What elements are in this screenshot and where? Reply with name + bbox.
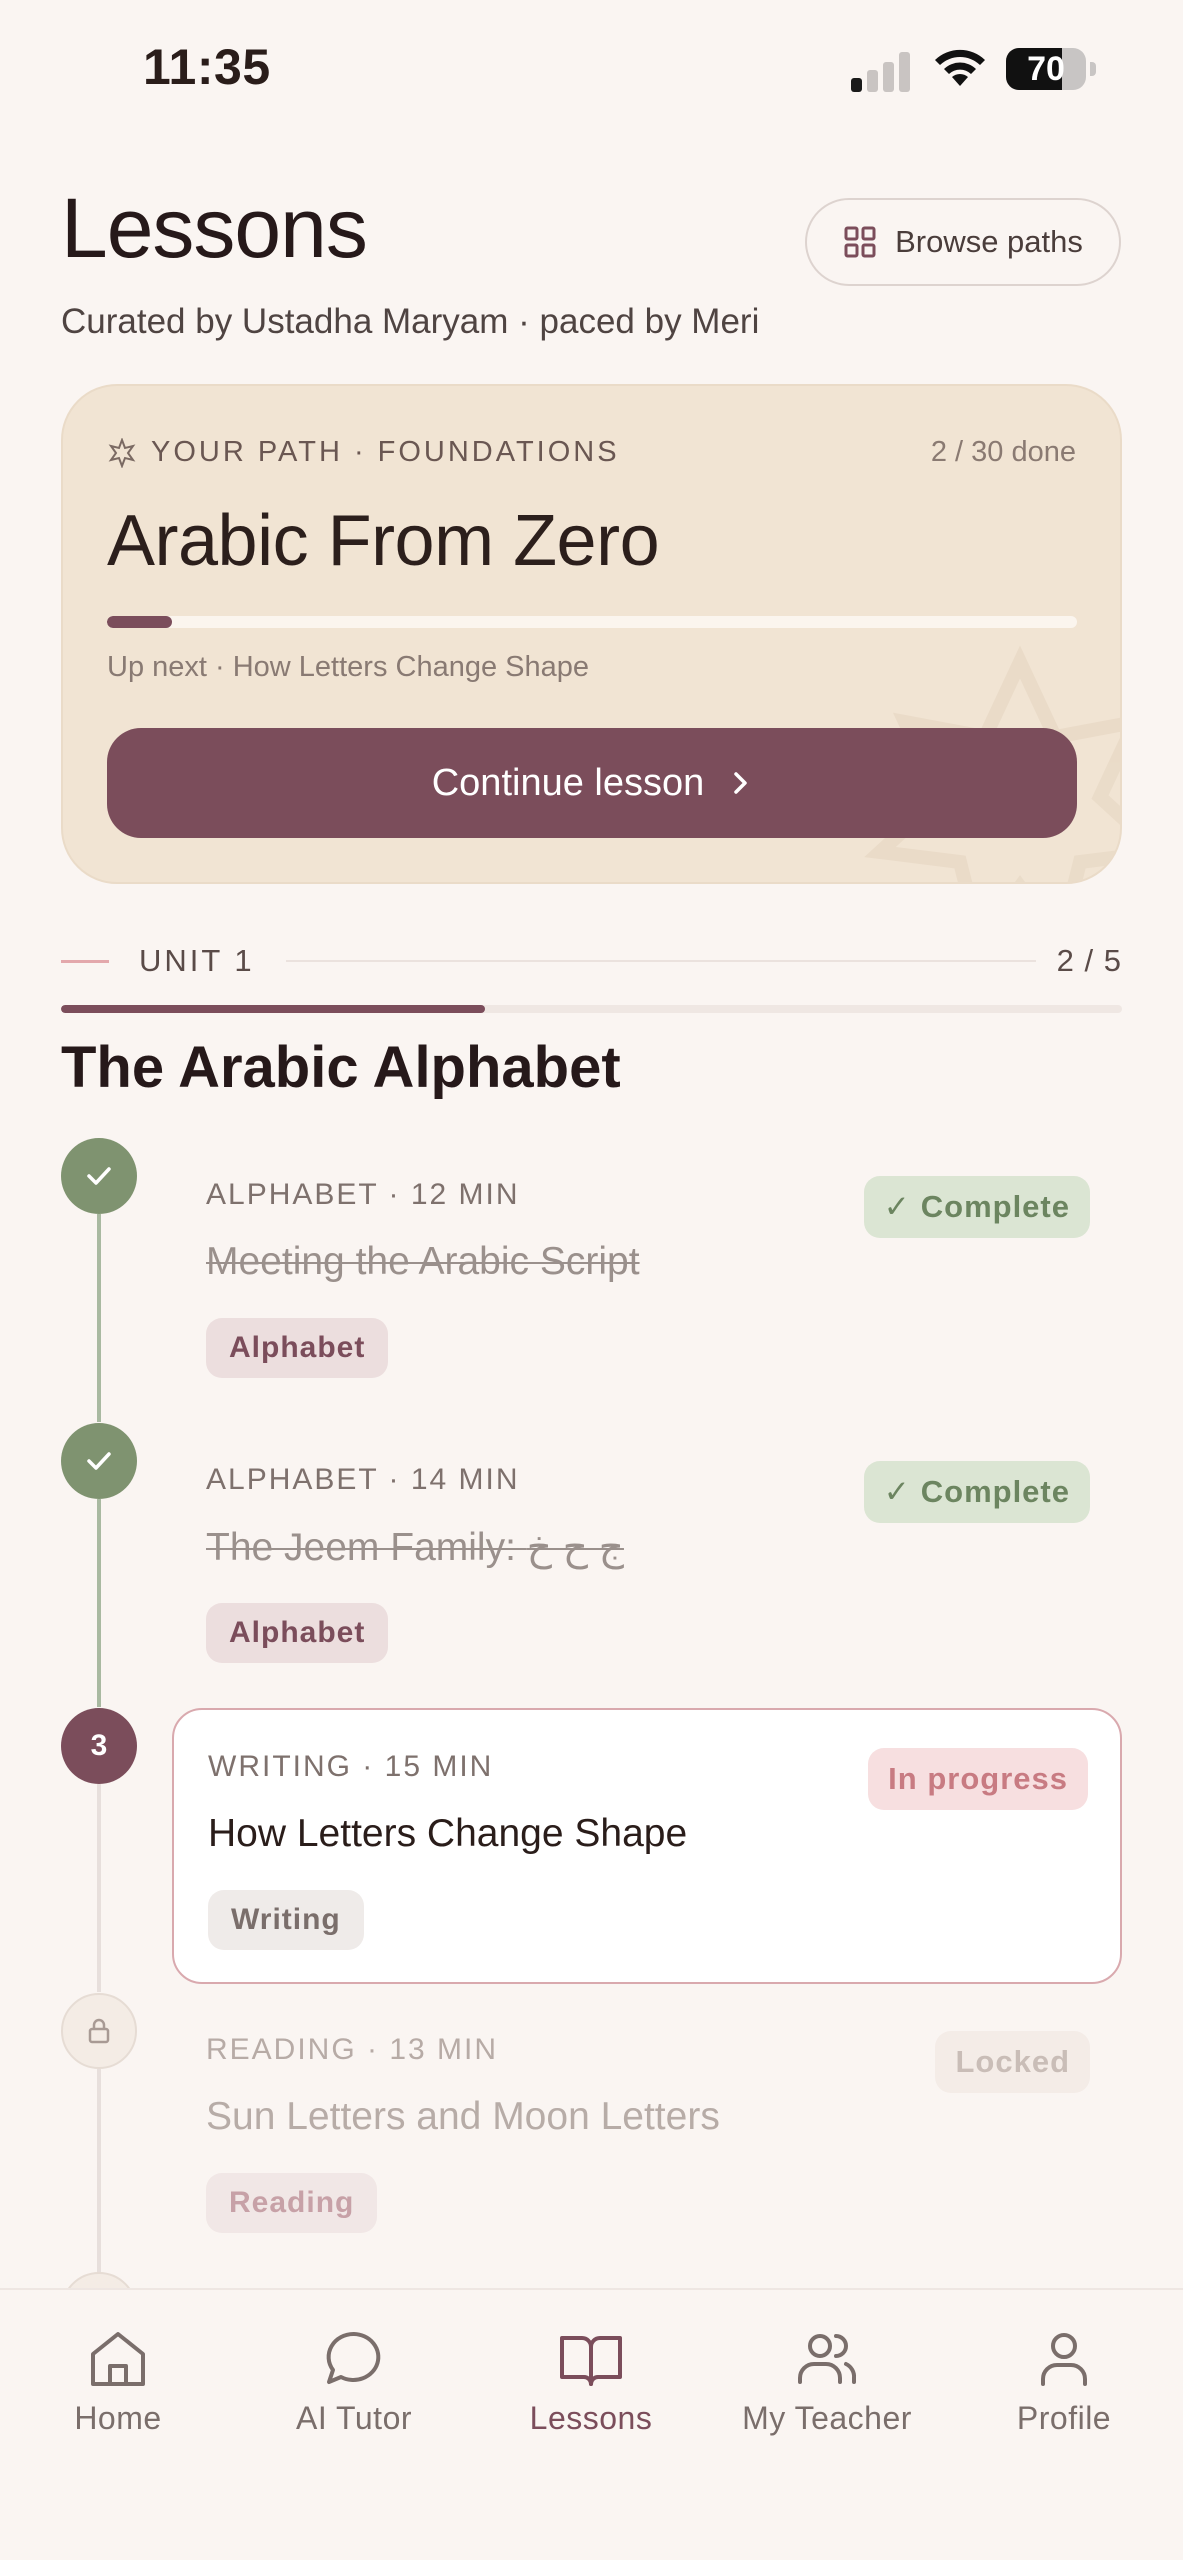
lesson-meta: ALPHABET · 14 MIN [206,1463,520,1496]
path-label: YOUR PATH · FOUNDATIONS [107,436,620,469]
lesson-card-active[interactable]: WRITING · 15 MIN In progress How Letters… [172,1708,1122,1984]
nav-label: AI Tutor [295,2400,413,2436]
lesson-card[interactable]: ALPHABET · 12 MIN ✓ Complete Meeting the… [172,1138,1122,1414]
chevron-right-icon [734,772,747,794]
unit-accent-dash [61,960,109,963]
battery-icon: 70 [1006,48,1096,90]
chat-icon [326,2331,381,2384]
status-badge: In progress [868,1748,1088,1810]
unit-title: The Arabic Alphabet [61,1035,621,1100]
path-done-count: 2 / 30 done [930,436,1076,468]
check-icon [87,1167,111,1185]
continue-lesson-button[interactable]: Continue lesson [107,728,1077,838]
nav-item-my-teacher[interactable]: My Teacher [709,2324,945,2444]
lesson-card-locked: READING · 13 MIN Locked Sun Letters and … [172,1993,1122,2269]
nav-item-ai-tutor[interactable]: AI Tutor [236,2324,472,2444]
unit-progress-bar [61,1005,1122,1013]
nav-label: My Teacher [742,2400,912,2436]
path-label-text: YOUR PATH · FOUNDATIONS [151,436,620,468]
lesson-tag: Reading [206,2173,378,2233]
status-bar: 11:35 70 [0,0,1183,140]
path-progress-bar [107,616,1077,628]
sparkle-icon [108,437,136,468]
lesson-tag: Writing [208,1890,364,1950]
status-time: 11:35 [143,39,271,95]
lesson-title: Sun Letters and Moon Letters [206,2095,720,2138]
page-subtitle: Curated by Ustadha Maryam · paced by Mer… [61,302,760,341]
lesson-title: How Letters Change Shape [208,1812,688,1855]
lesson-meta: READING · 13 MIN [206,2033,499,2066]
unit-progress-fill [61,1005,486,1013]
timeline-connector [97,1499,101,1707]
check-icon: ✓ [883,1189,911,1224]
status-badge: Locked [935,2031,1090,2093]
nav-label: Lessons [529,2400,653,2436]
unit-divider [286,960,1036,962]
cellular-signal-icon [851,50,911,92]
continue-lesson-label: Continue lesson [431,761,705,804]
path-title: Arabic From Zero [107,501,660,581]
lesson-card[interactable]: ALPHABET · 14 MIN ✓ Complete The Jeem Fa… [172,1423,1122,1699]
up-next-text: Up next · How Letters Change Shape [107,651,589,683]
timeline-connector [97,1784,101,1992]
status-badge: ✓ Complete [863,1461,1090,1523]
page-title: Lessons [61,181,368,275]
wifi-icon [935,49,985,86]
lesson-node-current: 3 [61,1708,137,1784]
unit-label: UNIT 1 [139,943,255,978]
nav-item-home[interactable]: Home [0,2324,236,2444]
unit-count: 2 / 5 [1056,943,1122,978]
timeline-connector [97,2069,101,2288]
nav-label: Home [74,2400,162,2436]
path-card: YOUR PATH · FOUNDATIONS 2 / 30 done Arab… [61,384,1122,884]
lesson-title: The Jeem Family: ج ح خ [206,1526,624,1569]
check-icon [87,1452,111,1470]
check-icon: ✓ [883,1474,911,1509]
status-badge: ✓ Complete [863,1176,1090,1238]
lesson-node-complete [61,1423,137,1499]
lesson-tag: Alphabet [206,1318,389,1378]
nav-label: Profile [1016,2400,1112,2436]
lock-icon [88,2018,110,2044]
battery-percentage: 70 [1027,50,1065,88]
browse-paths-label: Browse paths [895,224,1083,259]
browse-paths-button[interactable]: Browse paths [805,198,1121,286]
user-icon [1041,2333,1087,2386]
grid-icon [844,226,876,258]
bottom-navigation: Home AI Tutor Lessons My Teacher Profile [0,2288,1183,2560]
lesson-tag: Alphabet [206,1603,389,1663]
users-icon [798,2334,857,2384]
lesson-title: Meeting the Arabic Script [206,1240,640,1283]
book-icon [560,2336,622,2386]
nav-item-profile[interactable]: Profile [946,2324,1182,2444]
lesson-node-locked [61,1993,137,2069]
nav-item-lessons[interactable]: Lessons [473,2324,709,2444]
lesson-meta: WRITING · 15 MIN [208,1750,494,1783]
lesson-meta: ALPHABET · 12 MIN [206,1178,520,1211]
home-icon [91,2332,145,2386]
timeline-connector [97,1214,101,1422]
lesson-node-complete [61,1138,137,1214]
path-progress-fill [107,616,172,628]
